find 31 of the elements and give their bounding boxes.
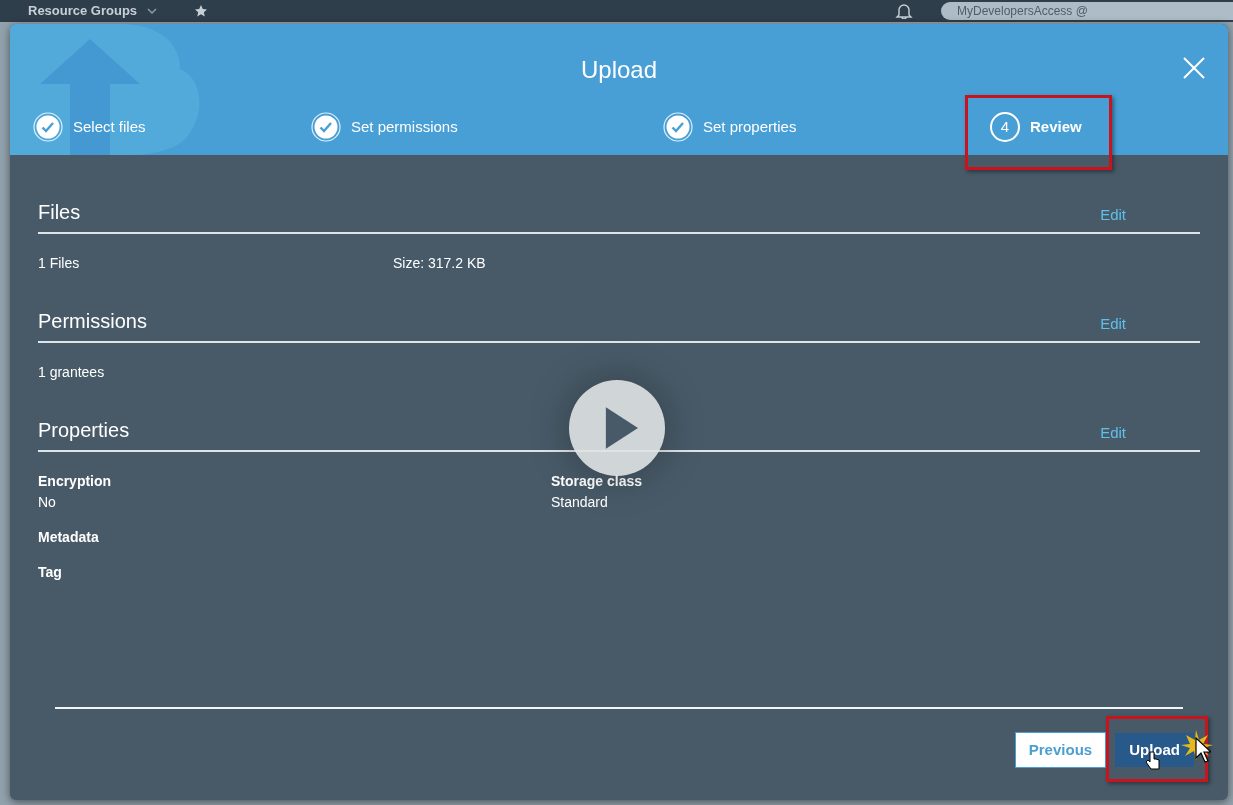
edit-link[interactable]: Edit (1100, 312, 1126, 335)
dialog-title: Upload (580, 55, 658, 85)
summary-text: 1 grantees (38, 363, 106, 382)
menu-label[interactable]: Resource Groups (28, 1, 138, 21)
step-tab[interactable]: Review (1030, 115, 1082, 139)
step-number: 4 (990, 112, 1020, 142)
section-title: Permissions (38, 309, 147, 334)
field-label: Storage class (551, 472, 644, 491)
account-menu[interactable]: MyDevelopersAccess @ (941, 2, 1233, 20)
field-value: No (38, 493, 57, 512)
section-title: Properties (38, 418, 130, 443)
step-tab[interactable]: Select files (73, 115, 146, 139)
field-label: Encryption (38, 472, 113, 491)
upload-button[interactable]: Upload (1115, 733, 1194, 767)
field-value: Standard (551, 493, 609, 512)
field-label: Tag (38, 563, 63, 582)
caret-icon (147, 8, 158, 14)
summary-text: Size: 317.2 KB (393, 254, 486, 273)
edit-link[interactable]: Edit (1100, 421, 1126, 444)
summary-text: 1 Files (38, 254, 81, 273)
close-button[interactable] (1182, 56, 1206, 80)
pointer-cursor-icon (1195, 737, 1212, 763)
play-icon (604, 407, 638, 449)
step-tab[interactable]: Set permissions (351, 115, 458, 139)
star-icon (195, 5, 208, 17)
previous-button[interactable]: Previous (1014, 732, 1107, 768)
field-label: Metadata (38, 528, 100, 547)
step-tab[interactable]: Set properties (703, 115, 797, 139)
bell-icon (895, 3, 913, 19)
edit-link[interactable]: Edit (1100, 203, 1126, 226)
section-title: Files (38, 200, 81, 225)
